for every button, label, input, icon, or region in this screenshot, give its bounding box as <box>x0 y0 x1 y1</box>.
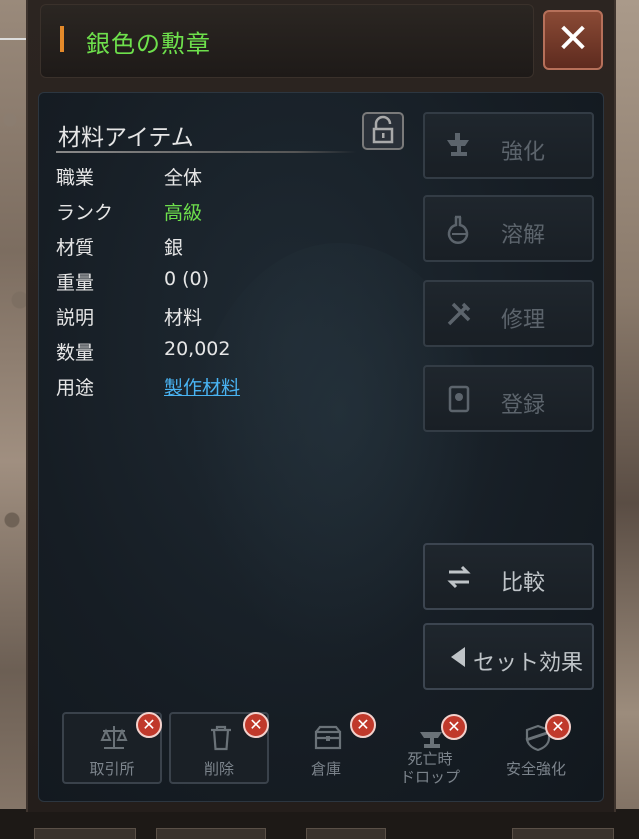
delete-label: 削除 <box>203 760 234 778</box>
death-drop-disabled-badge: ✕ <box>441 714 467 740</box>
attr-label-usage: 用途 <box>56 377 95 399</box>
trash-icon <box>211 725 231 751</box>
safe-enhance-button[interactable]: 安全強化 <box>486 712 586 784</box>
tools-icon <box>447 302 471 326</box>
chest-icon <box>314 725 342 750</box>
scales-icon <box>100 726 128 749</box>
anvil-icon <box>447 133 469 156</box>
market-label: 取引所 <box>89 760 135 778</box>
delete-disabled-badge: ✕ <box>243 712 269 738</box>
compare-label: 比較 <box>501 571 546 596</box>
item-type-heading: 材料アイテム <box>58 125 194 151</box>
bottom-tab[interactable] <box>306 828 386 839</box>
dissolve-label: 溶解 <box>501 223 546 248</box>
close-button[interactable]: ✕ <box>543 10 603 70</box>
bottom-tab[interactable] <box>156 828 266 839</box>
enhance-label: 強化 <box>501 140 546 165</box>
usage-link[interactable]: 製作材料 <box>164 373 240 400</box>
safe-enhance-label: 安全強化 <box>505 760 566 778</box>
warehouse-label: 倉庫 <box>310 760 341 778</box>
attr-value-rank: 高級 <box>164 202 203 224</box>
attr-label-rank: ランク <box>56 202 114 224</box>
background-bottom-bar <box>0 809 639 839</box>
compare-button[interactable]: 比較 <box>423 543 594 610</box>
lock-toggle-button[interactable] <box>362 112 404 150</box>
repair-label: 修理 <box>501 308 546 333</box>
set-effect-label: セット効果 <box>473 651 584 676</box>
attr-value-job: 全体 <box>164 167 203 189</box>
window-title: 銀色の勲章 <box>86 30 211 58</box>
attr-label-description: 説明 <box>56 307 95 329</box>
repair-button[interactable]: 修理 <box>423 280 594 347</box>
attr-value-quantity: 20,002 <box>164 338 231 360</box>
attr-value-material: 銀 <box>164 237 184 259</box>
enhance-button[interactable]: 強化 <box>423 112 594 179</box>
register-label: 登録 <box>501 393 546 418</box>
unlock-icon <box>372 115 394 144</box>
dissolve-button[interactable]: 溶解 <box>423 195 594 262</box>
bottom-tab[interactable] <box>34 828 136 839</box>
attr-value-description: 材料 <box>164 307 203 329</box>
attr-label-job: 職業 <box>56 167 95 189</box>
title-marker <box>60 26 64 52</box>
triangle-left-icon <box>451 647 465 667</box>
set-effect-button[interactable]: セット効果 <box>423 623 594 690</box>
swap-arrows-icon <box>447 565 471 589</box>
death-drop-label: 死亡時 ドロップ <box>399 750 460 786</box>
bottom-tab[interactable] <box>512 828 614 839</box>
market-disabled-badge: ✕ <box>136 712 162 738</box>
safe-enhance-disabled-badge: ✕ <box>545 714 571 740</box>
flask-icon <box>447 215 469 245</box>
attr-label-material: 材質 <box>56 237 95 259</box>
attr-label-quantity: 数量 <box>56 342 95 364</box>
attr-label-weight: 重量 <box>56 272 95 294</box>
corner-ornament <box>0 0 28 40</box>
warehouse-disabled-badge: ✕ <box>350 712 376 738</box>
heading-divider <box>56 151 356 153</box>
register-button[interactable]: 登録 <box>423 365 594 432</box>
attr-value-weight: 0 (0) <box>164 268 210 290</box>
book-icon <box>448 385 470 413</box>
